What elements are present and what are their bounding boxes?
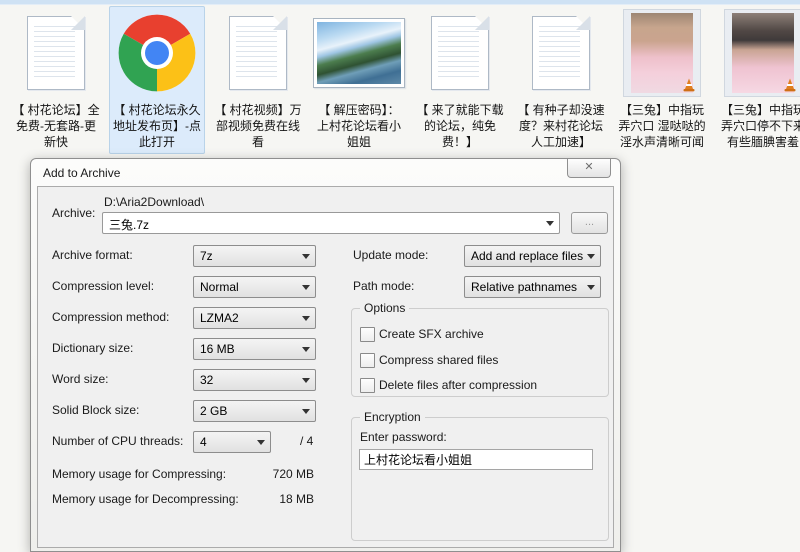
desktop-icon-label: 【 村花论坛】全 免费-无套路-更 新快: [9, 102, 103, 153]
archive-name-combobox[interactable]: 三兔.7z: [102, 212, 560, 234]
archive-format-label: Archive format:: [52, 248, 133, 262]
chevron-down-icon: [302, 409, 310, 418]
desktop-icon-video-file-2[interactable]: 【三兔】中指玩 弄穴口停不下来 有些腼腆害羞: [715, 6, 800, 154]
text-file-icon: [27, 16, 85, 90]
update-mode-combobox[interactable]: Add and replace files: [464, 245, 601, 267]
desktop-icon-seed-txt[interactable]: 【 有种子却没速 度？来村花论坛 人工加速】: [513, 6, 609, 154]
archive-format-combobox[interactable]: 7z: [193, 245, 316, 267]
word-size-combobox[interactable]: 32: [193, 369, 316, 391]
dictionary-size-label: Dictionary size:: [52, 341, 133, 355]
chevron-down-icon: [302, 285, 310, 294]
desktop-icon-label: 【三兔】中指玩 弄穴口 湿哒哒的 淫水声清晰可闻: [615, 102, 709, 153]
chrome-icon: [117, 13, 197, 93]
memory-decompressing-value: 18 MB: [208, 492, 314, 506]
desktop-icon-chrome-shortcut[interactable]: 【 村花论坛永久 地址发布页】-点 此打开: [109, 6, 205, 154]
desktop-icon-label: 【 村花论坛永久 地址发布页】-点 此打开: [110, 102, 204, 153]
chevron-down-icon: [302, 347, 310, 356]
enter-password-label: Enter password:: [360, 430, 447, 444]
chevron-down-icon: [302, 378, 310, 387]
compression-method-label: Compression method:: [52, 310, 169, 324]
vlc-cone-icon: [782, 78, 798, 93]
browse-button[interactable]: ...: [571, 212, 608, 234]
desktop-icon-label: 【 村花视频】万 部视频免费在线 看: [211, 102, 305, 153]
chevron-down-icon: [302, 316, 310, 325]
desktop-icon-label: 【 解压密码】： 上村花论坛看小 姐姐: [312, 102, 406, 153]
options-groupbox: Options Create SFX archive Compress shar…: [351, 308, 609, 397]
checkbox-compress-shared[interactable]: [360, 353, 375, 368]
desktop-icon-forum-txt[interactable]: 【 村花论坛】全 免费-无套路-更 新快: [8, 6, 104, 154]
window-edge-strip: [0, 0, 800, 5]
desktop-icon-download-txt[interactable]: 【 来了就能下载 的论坛，纯免 费！】: [412, 6, 508, 154]
solid-block-size-combobox[interactable]: 2 GB: [193, 400, 316, 422]
desktop-icons-row: 【 村花论坛】全 免费-无套路-更 新快 【 村花论坛永久 地址发布页】-点 此…: [8, 6, 800, 154]
solid-block-size-label: Solid Block size:: [52, 403, 139, 417]
text-file-icon: [431, 16, 489, 90]
close-icon: ✕: [584, 161, 593, 173]
update-mode-label: Update mode:: [353, 248, 428, 262]
chevron-down-icon: [587, 254, 595, 263]
desktop-icon-label: 【三兔】中指玩 弄穴口停不下来 有些腼腆害羞: [716, 102, 800, 153]
encryption-groupbox: Encryption Enter password:: [351, 417, 609, 541]
compression-level-combobox[interactable]: Normal: [193, 276, 316, 298]
text-file-icon: [532, 16, 590, 90]
chevron-down-icon: [587, 285, 595, 294]
cpu-threads-combobox[interactable]: 4: [193, 431, 271, 453]
compression-level-label: Compression level:: [52, 279, 154, 293]
video-thumbnail: [623, 9, 701, 97]
desktop-icon-password-image[interactable]: 【 解压密码】： 上村花论坛看小 姐姐: [311, 6, 407, 154]
encryption-group-title: Encryption: [360, 410, 425, 424]
close-button[interactable]: ✕: [567, 159, 611, 178]
chevron-down-icon: [302, 254, 310, 263]
dialog-titlebar[interactable]: Add to Archive ✕: [31, 159, 620, 186]
desktop-icon-label: 【 来了就能下载 的论坛，纯免 费！】: [413, 102, 507, 153]
memory-compressing-value: 720 MB: [208, 467, 314, 481]
memory-compressing-label: Memory usage for Compressing:: [52, 467, 226, 481]
cpu-threads-label: Number of CPU threads:: [52, 434, 183, 448]
desktop-icon-label: 【 有种子却没速 度？来村花论坛 人工加速】: [514, 102, 608, 153]
options-group-title: Options: [360, 301, 409, 315]
dialog-client-area: Archive: D:\Aria2Download\ 三兔.7z ... Arc…: [37, 186, 614, 548]
chevron-down-icon: [546, 221, 554, 230]
vlc-cone-icon: [681, 78, 697, 93]
dictionary-size-combobox[interactable]: 16 MB: [193, 338, 316, 360]
archive-directory: D:\Aria2Download\: [104, 195, 204, 209]
path-mode-combobox[interactable]: Relative pathnames: [464, 276, 601, 298]
compression-method-combobox[interactable]: LZMA2: [193, 307, 316, 329]
video-thumbnail: [724, 9, 800, 97]
text-file-icon: [229, 16, 287, 90]
dialog-title: Add to Archive: [43, 166, 120, 180]
create-sfx-label: Create SFX archive: [379, 327, 484, 341]
password-input[interactable]: [359, 449, 593, 470]
add-to-archive-dialog: Add to Archive ✕ Archive: D:\Aria2Downlo…: [30, 158, 621, 552]
cpu-threads-total: / 4: [300, 434, 313, 448]
desktop-icon-video-file-1[interactable]: 【三兔】中指玩 弄穴口 湿哒哒的 淫水声清晰可闻: [614, 6, 710, 154]
word-size-label: Word size:: [52, 372, 108, 386]
photo-file-icon: [313, 18, 405, 88]
compress-shared-label: Compress shared files: [379, 353, 498, 367]
chevron-down-icon: [257, 440, 265, 449]
checkbox-create-sfx[interactable]: [360, 327, 375, 342]
path-mode-label: Path mode:: [353, 279, 414, 293]
archive-filename: 三兔.7z: [109, 216, 149, 233]
desktop-icon-video-txt[interactable]: 【 村花视频】万 部视频免费在线 看: [210, 6, 306, 154]
delete-after-label: Delete files after compression: [379, 378, 537, 392]
archive-label: Archive:: [52, 206, 95, 220]
checkbox-delete-after[interactable]: [360, 378, 375, 393]
